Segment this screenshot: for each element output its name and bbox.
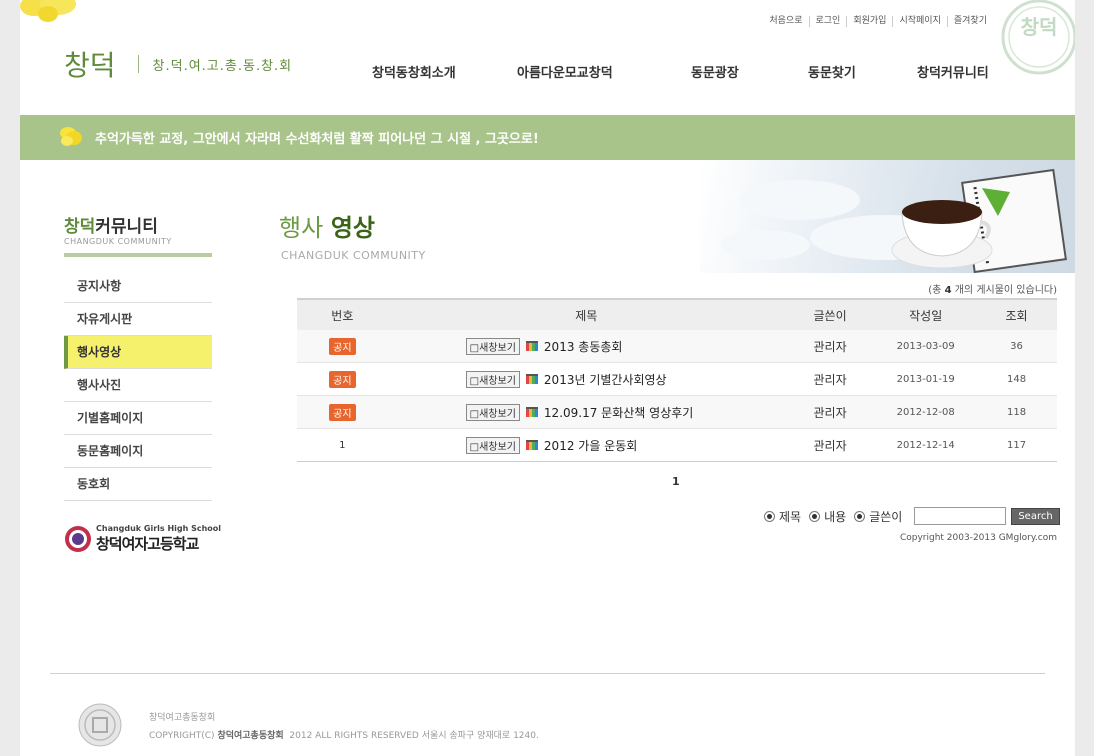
radio-icon: [809, 510, 821, 522]
post-subject-link[interactable]: 2012 가을 운동회: [544, 439, 637, 453]
logo-sub-text: 창.덕.여.고.총.동.창.회: [152, 58, 293, 74]
page-number-current[interactable]: 1: [672, 475, 680, 488]
school-logo[interactable]: Changduk Girls High School 창덕여자고등학교: [64, 524, 221, 554]
post-date: 2013-01-19: [875, 362, 977, 396]
post-author: 관리자: [784, 362, 876, 396]
util-login-link[interactable]: 로그인: [808, 16, 847, 27]
table-row[interactable]: 1 □새창보기 2012 가을 운동회 관리자 2012-12-14 117: [297, 428, 1057, 462]
page-title: 행사 영상: [279, 214, 375, 242]
table-row[interactable]: 공지 □새창보기 2013 총동총회 관리자 2013-03-09 36: [297, 330, 1057, 363]
page-subtitle: CHANGDUK COMMUNITY: [281, 249, 426, 262]
col-hits: 조회: [1005, 308, 1028, 323]
util-join-link[interactable]: 회원가입: [846, 16, 892, 27]
utility-links: 처음으로 로그인 회원가입 시작페이지 즐겨찾기: [763, 16, 993, 27]
col-subject: 제목: [575, 308, 598, 323]
logo-main-text: 창덕: [64, 49, 116, 82]
search-input[interactable]: [914, 507, 1007, 525]
notice-badge: 공지: [329, 337, 356, 355]
footer-copyright: COPYRIGHT(C) 창덕여고총동창회 2012 ALL RIGHTS RE…: [149, 731, 539, 741]
post-hits: 118: [976, 395, 1057, 429]
school-name-ko: 창덕여자고등학교: [96, 535, 199, 553]
school-name-en: Changduk Girls High School: [96, 524, 222, 533]
sidebar-item-alumni-homepage[interactable]: 동문홈페이지: [64, 435, 212, 468]
sidebar-item-notice[interactable]: 공지사항: [64, 270, 212, 303]
sidebar-subtitle: CHANGDUK COMMUNITY: [64, 237, 172, 246]
sidebar-item-free-board[interactable]: 자유게시판: [64, 303, 212, 336]
util-bookmark-link[interactable]: 즐겨찾기: [946, 16, 993, 27]
util-startpage-link[interactable]: 시작페이지: [892, 16, 946, 27]
coffee-book-icon: [891, 168, 1067, 273]
seal-logo-icon: 창덕: [1001, 0, 1075, 75]
sidebar-item-event-photo[interactable]: 행사사진: [64, 369, 212, 402]
notice-badge: 공지: [329, 370, 356, 388]
slogan-banner: 추억가득한 교정, 그안에서 자라며 수선화처럼 활짝 피어나던 그 시절 , …: [20, 115, 1075, 160]
daffodil-icon: [60, 127, 82, 146]
post-hits: 36: [976, 330, 1057, 363]
board-table: 번호 제목 글쓴이 작성일 조회 공지 □새창보기 2013 총동총회 관리자 2…: [297, 298, 1057, 462]
nav-item-community[interactable]: 창덕커뮤니티: [917, 62, 989, 81]
sidebar-divider: [64, 253, 212, 257]
table-header-row: 번호 제목 글쓴이 작성일 조회: [297, 299, 1057, 330]
video-icon: [525, 341, 538, 351]
new-window-button[interactable]: □새창보기: [465, 370, 520, 388]
radio-icon: [854, 510, 866, 522]
post-number: 1: [297, 428, 388, 462]
sidebar-menu: 공지사항 자유게시판 행사영상 행사사진 기별홈페이지 동문홈페이지 동호회: [64, 270, 212, 501]
table-row[interactable]: 공지 □새창보기 2013년 기별간사회영상 관리자 2013-01-19 148: [297, 362, 1057, 396]
video-icon: [525, 374, 538, 384]
post-author: 관리자: [784, 330, 876, 363]
search-option-subject[interactable]: 제목: [764, 508, 801, 525]
post-count: (총 4 개의 게시물이 있습니다): [928, 285, 1057, 296]
flower-decoration-icon: [20, 0, 76, 22]
hero-image: [700, 160, 1075, 273]
search-option-author[interactable]: 글쓴이: [854, 508, 902, 525]
nav-item-plaza[interactable]: 동문광장: [691, 62, 739, 81]
post-subject-link[interactable]: 2013년 기별간사회영상: [544, 373, 667, 387]
footer-divider: [50, 673, 1045, 674]
search-button[interactable]: Search: [1011, 507, 1060, 525]
sidebar-item-club[interactable]: 동호회: [64, 468, 212, 501]
post-subject-link[interactable]: 12.09.17 문화산책 영상후기: [544, 406, 693, 420]
nav-item-school[interactable]: 아름다운모교창덕: [517, 62, 613, 81]
new-window-button[interactable]: □새창보기: [465, 436, 520, 454]
sidebar-title: 창덕커뮤니티: [64, 217, 158, 237]
radio-icon: [764, 510, 775, 522]
nav-item-intro[interactable]: 창덕동창회소개: [372, 62, 456, 81]
post-date: 2013-03-09: [875, 330, 977, 363]
post-author: 관리자: [784, 395, 876, 429]
seal-text: 창덕: [1021, 15, 1058, 39]
banner-slogan: 추억가득한 교정, 그안에서 자라며 수선화처럼 활짝 피어나던 그 시절 , …: [95, 132, 539, 147]
post-date: 2012-12-08: [875, 395, 977, 429]
sidebar-item-event-video[interactable]: 행사영상: [64, 336, 212, 369]
search-bar: 제목 내용 글쓴이 Search: [764, 507, 1060, 525]
table-row[interactable]: 공지 □새창보기 12.09.17 문화산책 영상후기 관리자 2012-12-0…: [297, 395, 1057, 429]
post-author: 관리자: [784, 428, 876, 462]
col-author: 글쓴이: [813, 308, 847, 323]
post-date: 2012-12-14: [875, 428, 977, 462]
new-window-button[interactable]: □새창보기: [465, 337, 520, 355]
new-window-button[interactable]: □새창보기: [465, 403, 520, 421]
nav-item-find[interactable]: 동문찾기: [808, 62, 856, 81]
col-date: 작성일: [909, 308, 943, 323]
sidebar-item-class-homepage[interactable]: 기별홈페이지: [64, 402, 212, 435]
site-copyright: Copyright 2003-2013 GMglory.com: [899, 533, 1057, 543]
post-subject-link[interactable]: 2013 총동총회: [544, 340, 623, 354]
notice-badge: 공지: [329, 403, 356, 421]
footer-org-name: 창덕여고총동창회: [149, 713, 216, 723]
video-icon: [525, 407, 538, 417]
post-hits: 148: [976, 362, 1057, 396]
site-logo[interactable]: 창덕 창.덕.여.고.총.동.창.회: [64, 44, 292, 84]
search-option-content[interactable]: 내용: [809, 508, 846, 525]
video-icon: [525, 440, 538, 450]
util-home-link[interactable]: 처음으로: [763, 16, 808, 27]
logo-divider: [137, 55, 139, 73]
post-hits: 117: [976, 428, 1057, 462]
school-emblem-icon: [65, 526, 91, 552]
page-container: 창덕 처음으로 로그인 회원가입 시작페이지 즐겨찾기 창덕 창.덕.여.고.총…: [20, 0, 1075, 756]
col-number: 번호: [331, 308, 354, 323]
footer-emblem-icon: [78, 703, 122, 747]
